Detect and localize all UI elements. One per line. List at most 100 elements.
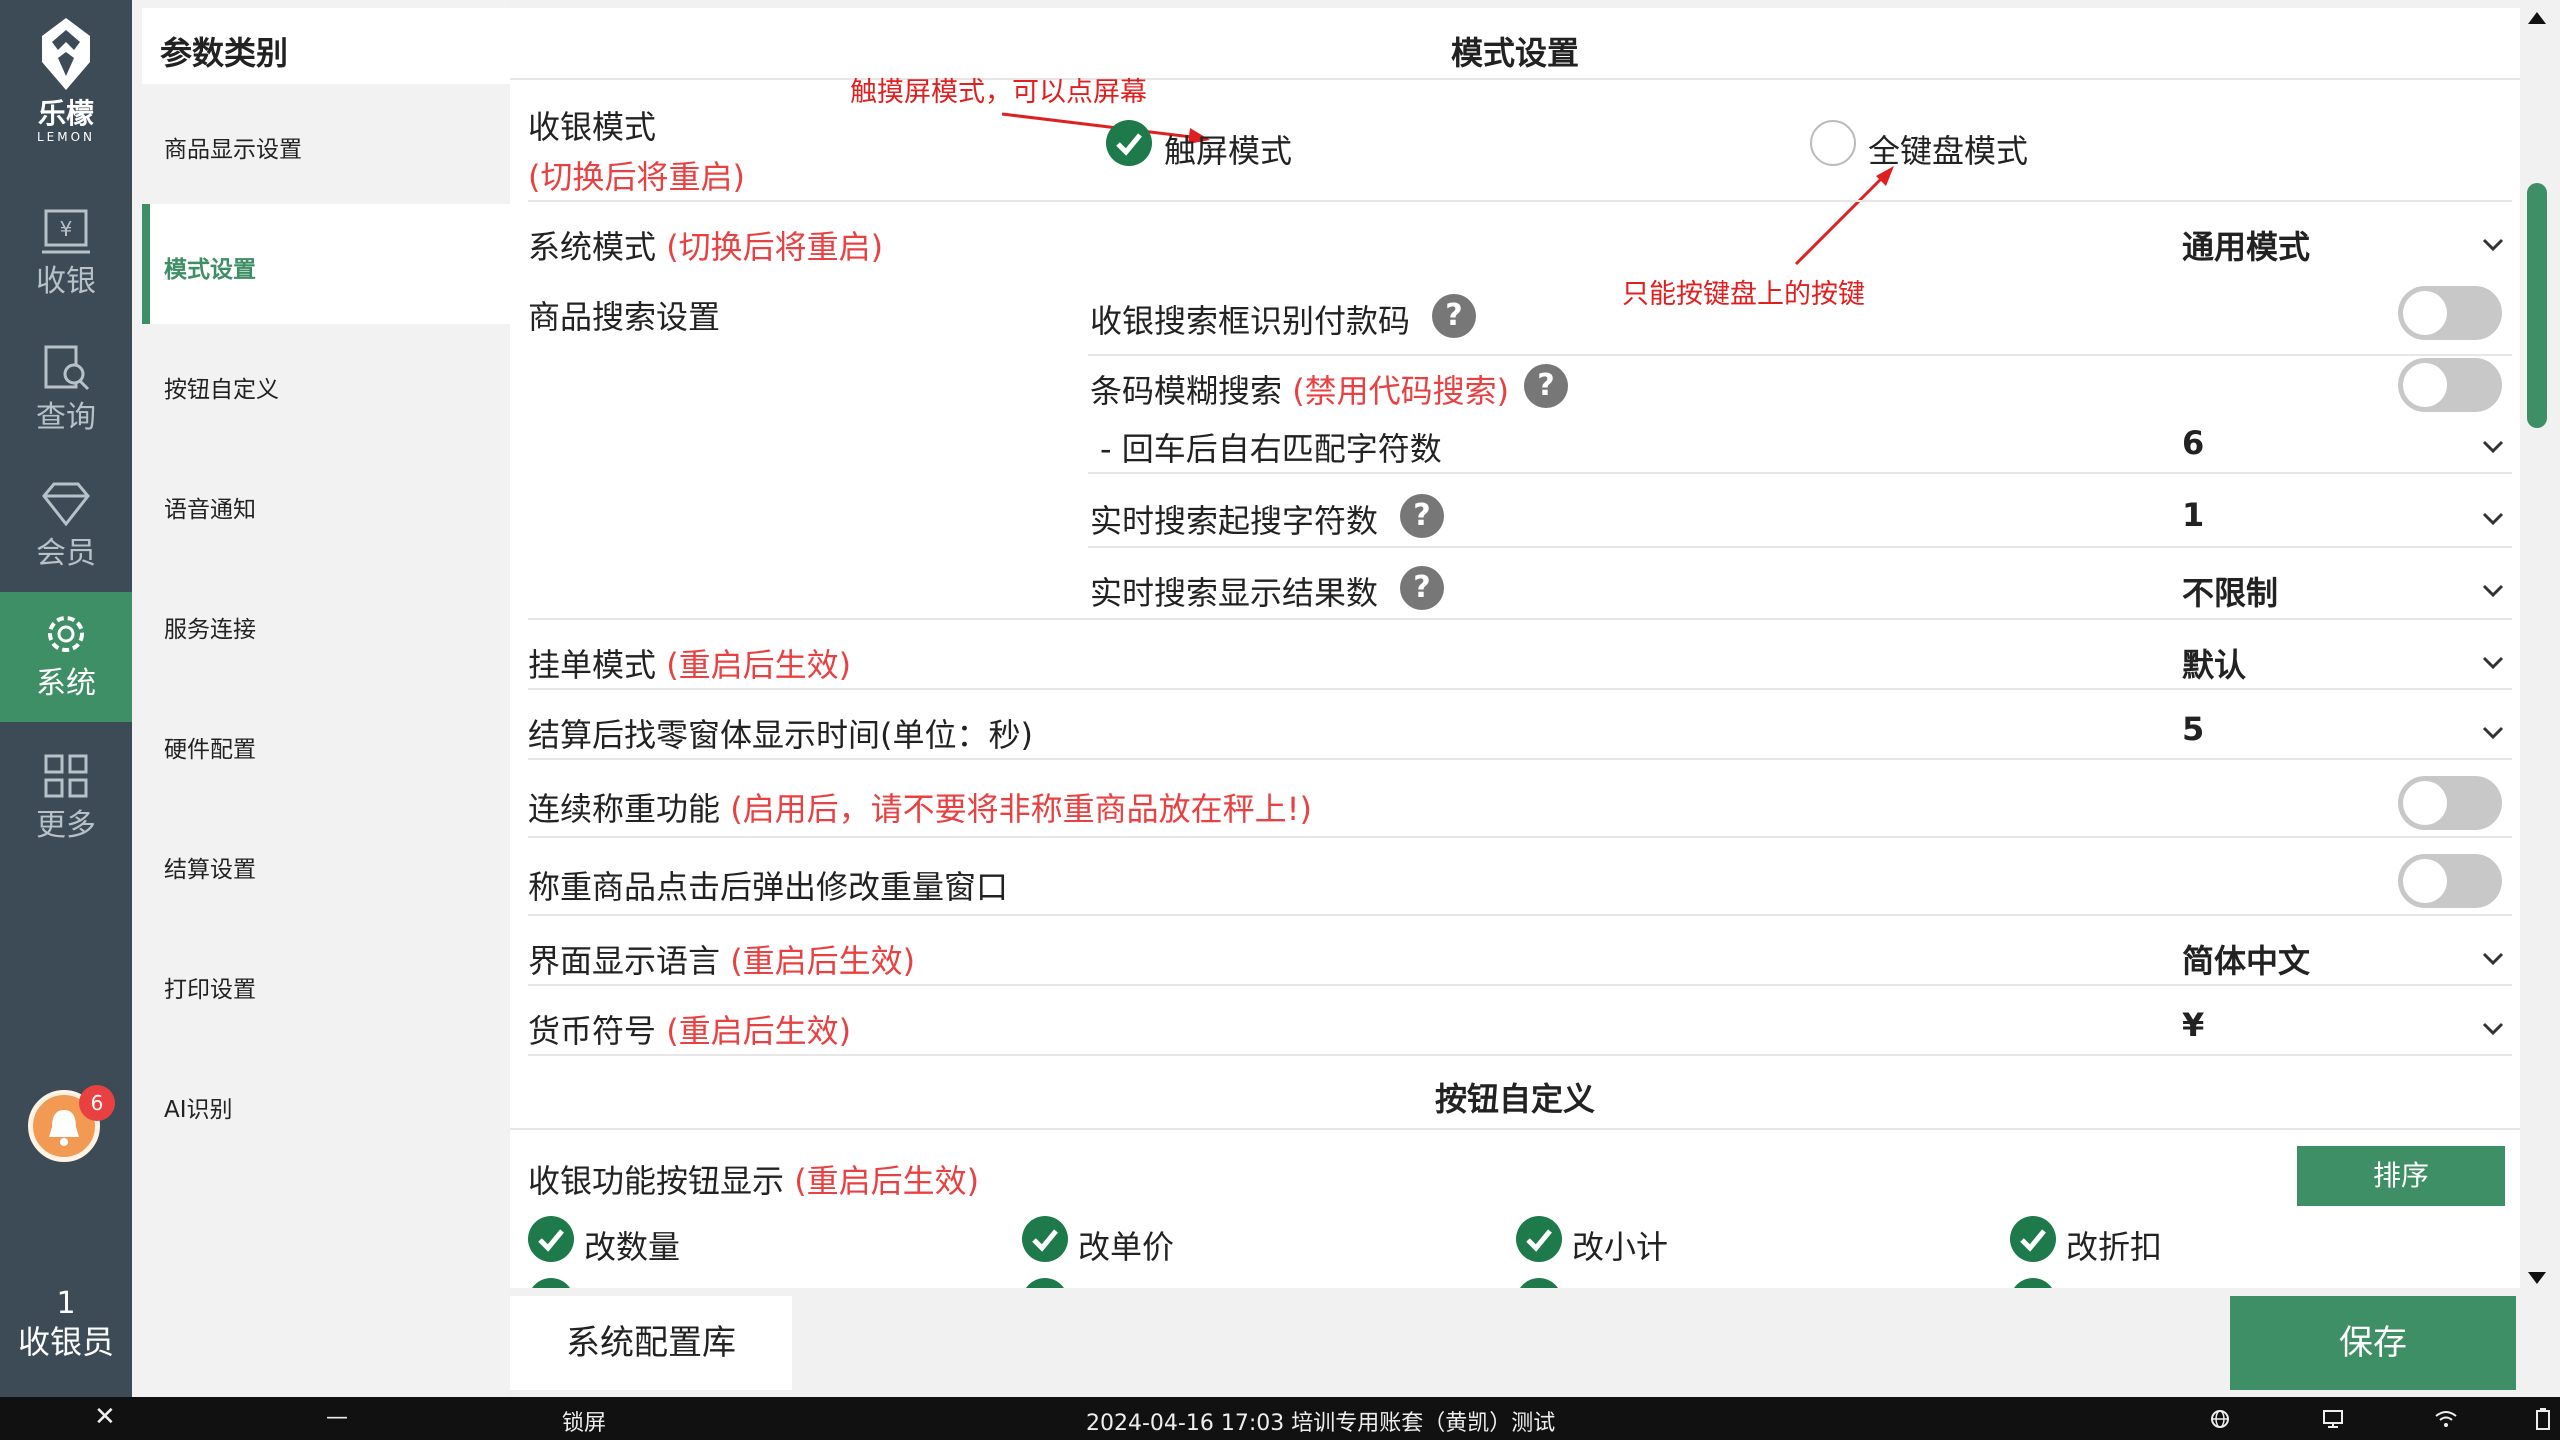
lock-screen-button[interactable]: 锁屏	[562, 1405, 606, 1437]
radio-touch-mode[interactable]	[1106, 120, 1152, 166]
scrollbar-thumb[interactable]	[2527, 183, 2547, 428]
logo-name: 乐檬	[37, 97, 94, 130]
currency-select[interactable]: ¥	[2182, 1006, 2204, 1044]
chevron-down-icon[interactable]	[2480, 582, 2506, 600]
cashier-label[interactable]: 收银员	[0, 1322, 132, 1362]
divider	[1088, 546, 2512, 548]
category-label: 结算设置	[164, 857, 256, 883]
left-nav: 乐檬 LEMON ¥ 收银 查询 会员 系统 更多 6 1 收银员	[0, 0, 132, 1397]
checkbox-change-discount[interactable]	[2010, 1216, 2056, 1262]
monitor-icon[interactable]	[2322, 1409, 2344, 1429]
payment-code-toggle[interactable]	[2398, 286, 2502, 340]
nav-item-more[interactable]: 更多	[0, 734, 132, 864]
checkbox-partial[interactable]	[2010, 1278, 2056, 1288]
scroll-down-icon[interactable]	[2526, 1270, 2548, 1286]
help-icon[interactable]: ?	[1432, 294, 1476, 338]
scrollbar[interactable]	[2520, 8, 2552, 1288]
nav-item-cashier[interactable]: ¥ 收银	[0, 190, 132, 320]
language-text: 界面显示语言	[528, 942, 721, 980]
hang-mode-text: 挂单模式	[528, 646, 657, 684]
nav-item-query[interactable]: 查询	[0, 326, 132, 456]
function-buttons-note: (重启后生效)	[794, 1162, 980, 1200]
category-label: 语音通知	[164, 497, 256, 523]
logo-sub: LEMON	[36, 130, 96, 144]
chevron-down-icon[interactable]	[2480, 236, 2506, 254]
checkbox-partial[interactable]	[1022, 1278, 1068, 1288]
option-touch-mode[interactable]: 触屏模式	[1164, 126, 1292, 172]
chevron-down-icon[interactable]	[2480, 654, 2506, 672]
checkmark-icon	[1526, 1229, 1552, 1252]
realtime-results-label: 实时搜索显示结果数	[1090, 574, 1379, 612]
language-select[interactable]: 简体中文	[2182, 936, 2310, 982]
notification-button[interactable]: 6	[28, 1085, 115, 1162]
nav-item-member[interactable]: 会员	[0, 462, 132, 592]
chevron-down-icon[interactable]	[2480, 1020, 2506, 1038]
checkbox-label: 改数量	[584, 1228, 681, 1266]
notification-badge: 6	[79, 1085, 115, 1121]
hang-mode-select[interactable]: 默认	[2182, 640, 2246, 686]
section-title-mode: 模式设置	[1450, 34, 1579, 72]
chevron-down-icon[interactable]	[2480, 438, 2506, 456]
scroll-up-icon[interactable]	[2526, 10, 2548, 26]
continuous-weigh-note: (启用后，请不要将非称重商品放在秤上!)	[730, 790, 1312, 828]
divider	[528, 1054, 2512, 1056]
cashier-mode-note: (切换后将重启)	[528, 158, 745, 196]
hang-mode-note: (重启后生效)	[666, 646, 852, 684]
cashier-id: 1	[56, 1286, 76, 1321]
minimize-icon[interactable]: —	[326, 1405, 348, 1430]
checkbox-change-price[interactable]	[1022, 1216, 1068, 1262]
globe-icon[interactable]	[2210, 1409, 2230, 1429]
continuous-weigh-toggle[interactable]	[2398, 776, 2502, 830]
annotation-touch: 触摸屏模式，可以点屏幕	[850, 77, 1147, 108]
realtime-start-select[interactable]: 1	[2182, 496, 2204, 534]
chevron-down-icon[interactable]	[2480, 950, 2506, 968]
change-window-label: 结算后找零窗体显示时间(单位：秒)	[528, 716, 1033, 754]
lemon-logo-icon	[42, 18, 90, 90]
divider	[510, 1128, 2520, 1130]
help-icon[interactable]: ?	[1400, 494, 1444, 538]
fuzzy-barcode-note: (禁用代码搜索)	[1292, 372, 1510, 410]
fuzzy-barcode-toggle[interactable]	[2398, 358, 2502, 412]
checkbox-partial[interactable]	[1516, 1278, 1562, 1288]
nav-label: 查询	[36, 400, 96, 435]
realtime-start-label: 实时搜索起搜字符数	[1090, 502, 1379, 540]
category-label: 模式设置	[164, 257, 256, 283]
chevron-down-icon[interactable]	[2480, 724, 2506, 742]
category-label: 服务连接	[164, 617, 256, 643]
divider	[528, 914, 2512, 916]
nav-label: 收银	[36, 264, 96, 299]
category-label: AI识别	[164, 1097, 233, 1123]
realtime-results-select[interactable]: 不限制	[2182, 568, 2278, 614]
close-icon[interactable]: ✕	[94, 1402, 116, 1432]
help-icon[interactable]: ?	[1524, 364, 1568, 408]
divider	[528, 200, 2512, 202]
weigh-popup-label: 称重商品点击后弹出修改重量窗口	[528, 868, 1009, 906]
checkbox-change-subtotal[interactable]	[1516, 1216, 1562, 1262]
battery-icon	[2536, 1408, 2550, 1430]
currency-text: 货币符号	[528, 1012, 657, 1050]
change-window-select[interactable]: 5	[2182, 710, 2204, 748]
checkbox-partial[interactable]	[528, 1278, 574, 1288]
checkmark-icon	[1032, 1229, 1058, 1252]
weigh-popup-toggle[interactable]	[2398, 854, 2502, 908]
category-label: 打印设置	[164, 977, 256, 1003]
system-mode-select[interactable]: 通用模式	[2182, 222, 2310, 268]
system-mode-text: 系统模式	[528, 228, 657, 266]
system-config-button[interactable]: 系统配置库	[510, 1296, 792, 1390]
sort-button[interactable]: 排序	[2297, 1146, 2505, 1206]
chevron-down-icon[interactable]	[2480, 510, 2506, 528]
nav-item-system[interactable]: 系统	[0, 592, 132, 722]
query-icon	[44, 345, 90, 391]
nav-label: 更多	[36, 808, 96, 843]
cashier-icon: ¥	[42, 209, 90, 254]
status-bar: ✕ — 锁屏 2024-04-16 17:03 培训专用账套（黄凯）测试	[0, 1397, 2560, 1440]
divider	[528, 984, 2512, 986]
enter-match-select[interactable]: 6	[2182, 424, 2204, 462]
checkmark-icon	[1116, 133, 1142, 156]
checkbox-change-qty[interactable]	[528, 1216, 574, 1262]
divider	[528, 688, 2512, 690]
search-settings-label: 商品搜索设置	[528, 298, 721, 336]
wifi-icon[interactable]	[2434, 1409, 2458, 1429]
help-icon[interactable]: ?	[1400, 566, 1444, 610]
save-button[interactable]: 保存	[2230, 1296, 2516, 1390]
